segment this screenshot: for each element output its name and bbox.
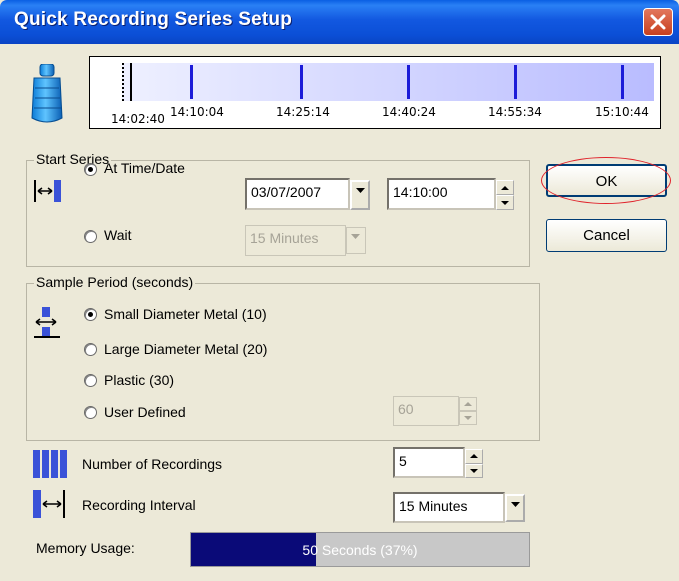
timeline-start-label: 14:02:40 [111,112,165,126]
timeline-band [122,63,654,101]
series-timeline: 14:02:40 14:10:04 14:25:14 14:40:24 14:5… [89,56,661,129]
memory-usage-bar: 50 Seconds (37%) [190,532,530,567]
arrow-up-icon [464,402,472,406]
timeline-tick-label: 14:40:24 [382,105,436,119]
timeline-tick [514,65,517,99]
plastic-radio[interactable] [84,374,97,387]
chevron-down-icon [351,234,360,239]
timeline-tick-label: 14:10:04 [170,105,224,119]
start-time-field[interactable]: 14:10:00 [387,178,496,210]
timeline-start-marker [122,63,125,101]
dialog-window: Quick Recording Series Setup 14:02:40 14… [0,0,679,581]
plastic-label: Plastic (30) [104,372,175,388]
sample-period-icon [34,307,60,338]
ok-button-highlight [541,157,671,204]
at-time-date-radio[interactable] [84,163,97,176]
timeline-tick-label: 14:25:14 [276,105,330,119]
recording-interval-dropdown-button[interactable] [505,494,525,522]
wait-dropdown-button[interactable] [346,227,366,254]
recording-interval-icon [33,490,65,518]
start-series-title: Start Series [34,151,112,167]
start-time-icon [34,180,61,202]
close-button[interactable] [643,8,673,36]
timeline-tick [621,65,624,99]
timeline-current-marker [130,63,132,101]
close-icon [650,14,666,30]
arrow-down-icon [501,201,509,205]
user-defined-seconds-field[interactable]: 60 [393,396,459,426]
large-diameter-metal-label: Large Diameter Metal (20) [104,341,268,357]
memory-usage-text: 50 Seconds (37%) [302,542,418,558]
wait-label: Wait [104,227,132,243]
start-time-spinner[interactable] [496,180,514,210]
user-defined-spinner[interactable] [459,397,477,425]
cancel-button[interactable]: Cancel [546,219,667,252]
recording-interval-field[interactable]: 15 Minutes [393,492,505,523]
number-of-recordings-field[interactable]: 5 [393,447,465,478]
wait-radio[interactable] [84,230,97,243]
sample-period-title: Sample Period (seconds) [34,274,196,290]
large-diameter-metal-radio[interactable] [84,343,97,356]
timeline-tick [407,65,410,99]
arrow-down-icon [464,416,472,420]
start-date-field[interactable]: 03/07/2007 [245,178,350,210]
recorder-device-icon [31,64,63,123]
small-diameter-metal-label: Small Diameter Metal (10) [104,306,267,322]
title-bar: Quick Recording Series Setup [0,0,679,44]
chevron-down-icon [511,502,520,507]
timeline-tick-label: 15:10:44 [595,105,649,119]
user-defined-label: User Defined [104,404,186,420]
small-diameter-metal-radio[interactable] [84,308,97,321]
at-time-date-label: At Time/Date [104,160,185,176]
arrow-up-icon [470,454,478,458]
chevron-down-icon [356,188,365,193]
number-of-recordings-spinner[interactable] [465,449,483,478]
wait-duration-select[interactable]: 15 Minutes [245,225,346,256]
number-of-recordings-icon [33,450,67,478]
recording-interval-label: Recording Interval [82,497,196,513]
timeline-tick-label: 14:55:34 [488,105,542,119]
start-date-dropdown-button[interactable] [350,180,370,210]
user-defined-radio[interactable] [84,406,97,419]
arrow-down-icon [470,468,478,473]
timeline-tick [300,65,303,99]
window-title: Quick Recording Series Setup [14,9,293,30]
memory-usage-label: Memory Usage: [36,540,135,556]
arrow-up-icon [501,186,509,190]
number-of-recordings-label: Number of Recordings [82,456,223,472]
timeline-tick [190,65,193,99]
